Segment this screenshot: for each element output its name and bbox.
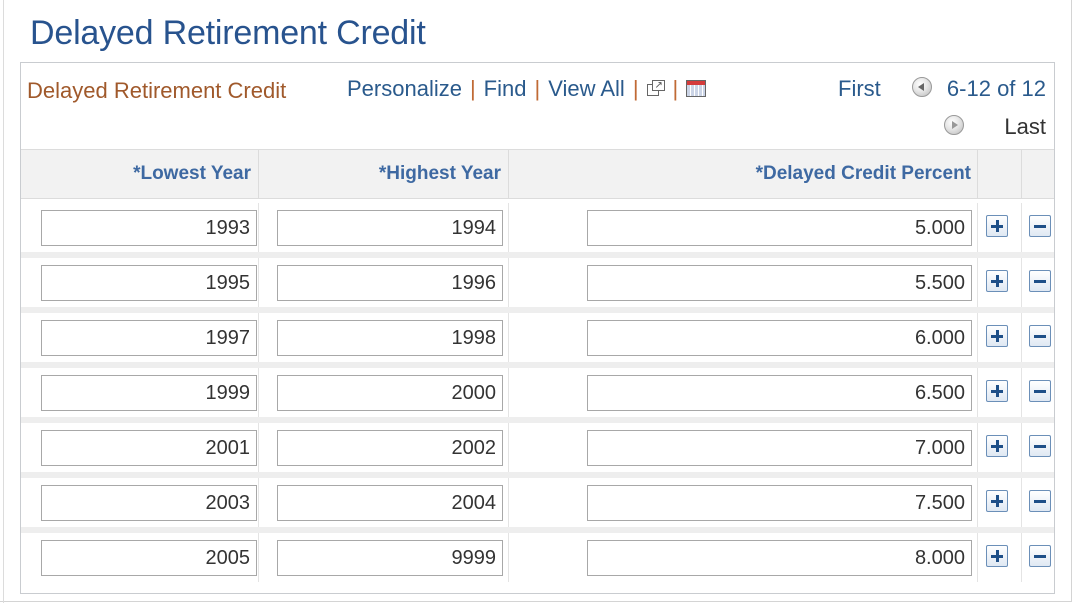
last-link: Last [1004,114,1046,139]
credit-percent-field[interactable] [587,375,972,411]
table-row [21,313,1054,368]
lowest-year-field[interactable] [41,320,257,356]
lowest-year-field[interactable] [41,265,257,301]
credit-percent-field[interactable] [587,265,972,301]
page-title: Delayed Retirement Credit [30,14,426,52]
grid-toolbar: Personalize | Find | View All | ↗ | [347,76,707,102]
personalize-link[interactable]: Personalize [347,76,462,101]
add-row-button[interactable] [986,380,1008,402]
left-border [3,0,4,603]
new-window-icon[interactable]: ↗ [646,80,665,97]
lowest-year-field[interactable] [41,430,257,466]
previous-arrow-icon[interactable] [912,77,932,97]
delayed-credit-grid: Delayed Retirement Credit Personalize | Fi… [20,62,1055,594]
table-row [21,478,1054,533]
highest-year-field[interactable] [277,210,503,246]
lowest-year-field[interactable] [41,375,257,411]
credit-percent-field[interactable] [587,430,972,466]
lowest-year-field[interactable] [41,210,257,246]
add-row-button[interactable] [986,270,1008,292]
highest-year-field[interactable] [277,540,503,576]
table-row [21,368,1054,423]
table-row [21,258,1054,313]
find-link[interactable]: Find [484,76,527,101]
column-header-highest-year[interactable]: *Highest Year [259,150,501,198]
delete-row-button[interactable] [1029,545,1051,567]
table-row [21,203,1054,258]
highest-year-field[interactable] [277,320,503,356]
grid-header: Delayed Retirement Credit Personalize | Fi… [21,63,1054,149]
pager: First 6-12 of 12 Last [806,76,1046,146]
add-row-button[interactable] [986,545,1008,567]
highest-year-field[interactable] [277,375,503,411]
column-header-credit-percent[interactable]: *Delayed Credit Percent [509,150,971,198]
credit-percent-field[interactable] [587,210,972,246]
next-arrow-icon [944,115,964,135]
credit-percent-field[interactable] [587,540,972,576]
spreadsheet-download-icon[interactable] [686,80,707,97]
table-row [21,423,1054,478]
toolbar-separator: | [469,76,476,101]
first-link[interactable]: First [838,76,881,102]
column-divider [977,150,978,198]
view-all-link[interactable]: View All [548,76,625,101]
delete-row-button[interactable] [1029,325,1051,347]
add-row-button[interactable] [986,435,1008,457]
table-row [21,533,1054,582]
delete-row-button[interactable] [1029,380,1051,402]
delete-row-button[interactable] [1029,215,1051,237]
add-row-button[interactable] [986,490,1008,512]
highest-year-field[interactable] [277,485,503,521]
column-header-lowest-year[interactable]: *Lowest Year [21,150,251,198]
lowest-year-field[interactable] [41,485,257,521]
delete-row-button[interactable] [1029,270,1051,292]
grid-title: Delayed Retirement Credit [27,78,287,103]
credit-percent-field[interactable] [587,485,972,521]
add-row-button[interactable] [986,215,1008,237]
lowest-year-field[interactable] [41,540,257,576]
toolbar-separator: | [534,76,541,101]
highest-year-field[interactable] [277,265,503,301]
toolbar-separator: | [672,76,679,101]
page-range: 6-12 of 12 [946,76,1046,101]
delete-row-button[interactable] [1029,490,1051,512]
highest-year-field[interactable] [277,430,503,466]
column-divider [1021,150,1022,198]
add-row-button[interactable] [986,325,1008,347]
delete-row-button[interactable] [1029,435,1051,457]
toolbar-separator: | [632,76,639,101]
column-header-row: *Lowest Year *Highest Year *Delayed Cred… [21,149,1054,199]
credit-percent-field[interactable] [587,320,972,356]
